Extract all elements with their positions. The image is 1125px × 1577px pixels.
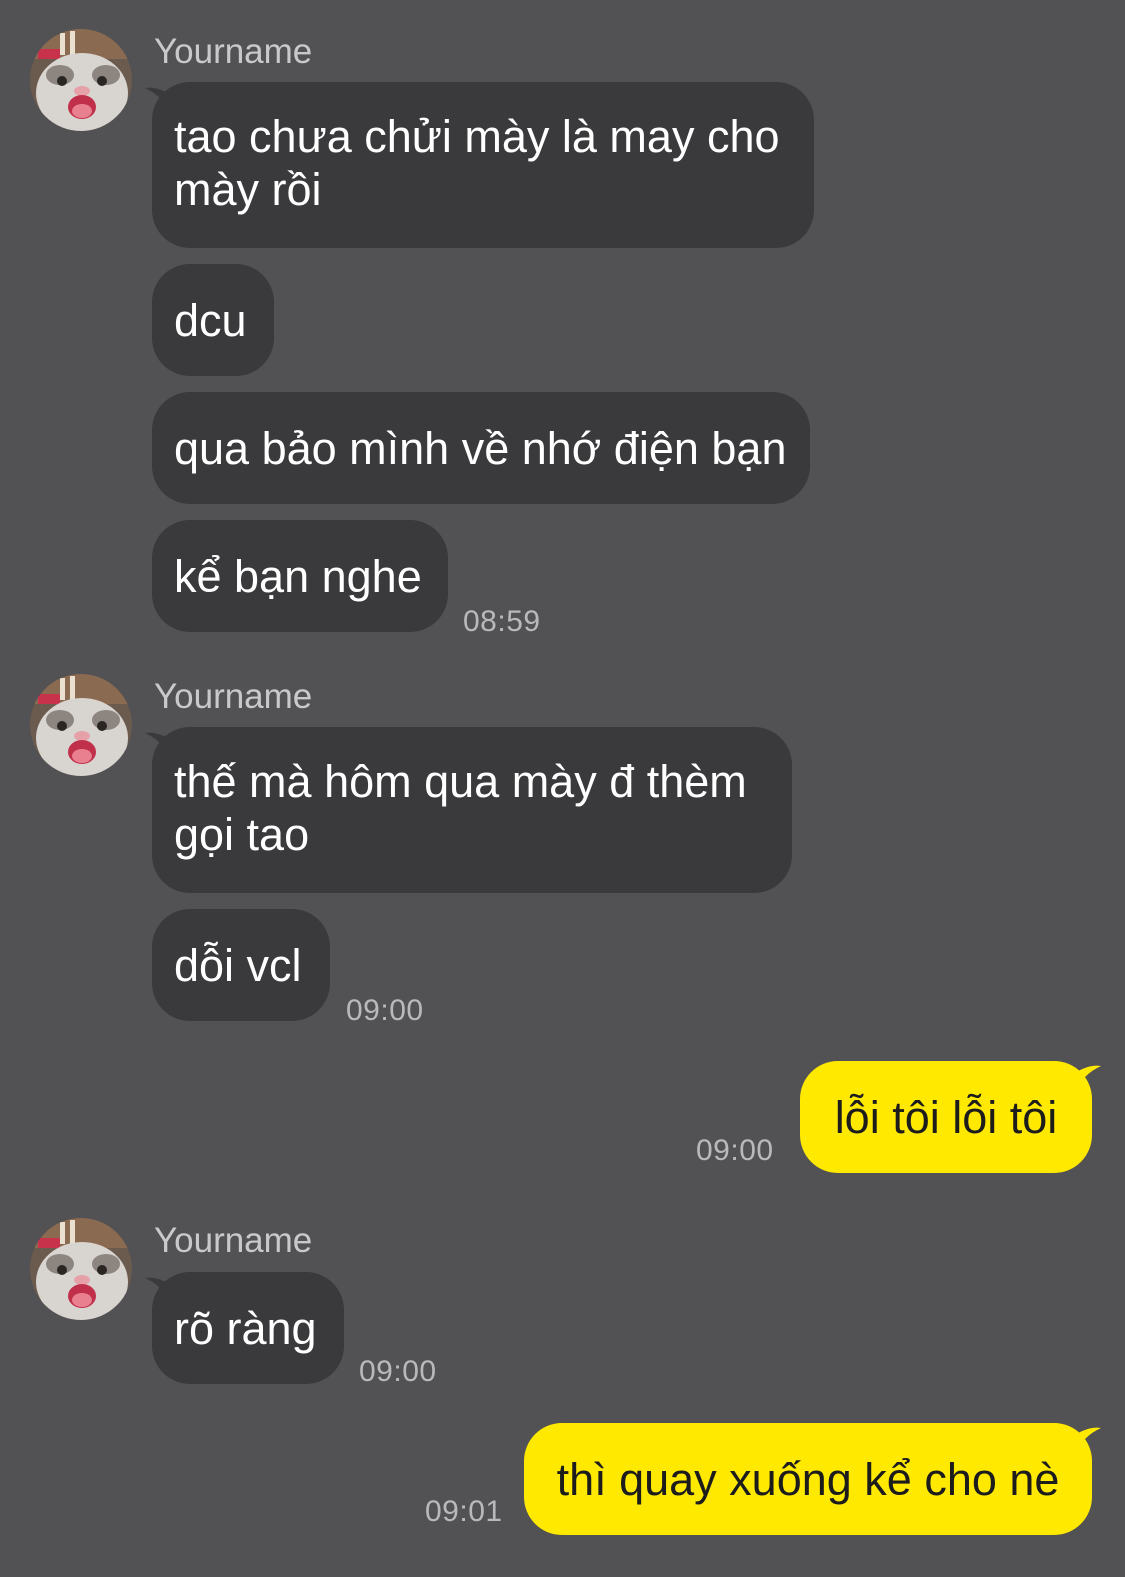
message-text: dcu <box>174 294 247 346</box>
message-text: thì quay xuống kể cho nè <box>556 1453 1060 1505</box>
sender-name: Yourname <box>154 677 313 716</box>
message-bubble[interactable]: qua bảo mình về nhớ điện bạn <box>152 392 810 504</box>
message-text: kể bạn nghe <box>174 550 422 602</box>
message-time: 09:00 <box>346 994 424 1027</box>
chat-view: Yourname tao chưa chửi mày là may cho mà… <box>0 0 1125 1577</box>
message-bubble[interactable]: tao chưa chửi mày là may cho mày rồi <box>152 82 814 248</box>
message-bubble[interactable]: kể bạn nghe <box>152 520 448 632</box>
message-bubble[interactable]: dcu <box>152 264 274 376</box>
message-text: rõ ràng <box>174 1302 317 1354</box>
message-text: dỗi vcl <box>174 939 302 991</box>
message-bubble[interactable]: dỗi vcl <box>152 909 330 1021</box>
bubble-tail <box>1073 1065 1101 1094</box>
sender-avatar[interactable] <box>30 1218 132 1320</box>
message-time: 09:01 <box>425 1495 503 1528</box>
message-text: thế mà hôm qua mày đ thèm gọi tao <box>174 756 747 860</box>
sender-avatar[interactable] <box>30 29 132 131</box>
sender-name: Yourname <box>154 1221 313 1260</box>
cat-avatar-icon <box>30 674 132 776</box>
sender-name: Yourname <box>154 32 313 71</box>
cat-avatar-icon <box>30 1218 132 1320</box>
message-bubble[interactable]: thế mà hôm qua mày đ thèm gọi tao <box>152 727 792 893</box>
message-text: lỗi tôi lỗi tôi <box>834 1091 1058 1143</box>
message-time: 09:00 <box>696 1134 774 1167</box>
message-bubble[interactable]: lỗi tôi lỗi tôi <box>800 1061 1092 1173</box>
sender-avatar[interactable] <box>30 674 132 776</box>
message-text: tao chưa chửi mày là may cho mày rồi <box>174 111 780 215</box>
cat-avatar-icon <box>30 29 132 131</box>
message-time: 09:00 <box>359 1355 437 1388</box>
message-text: qua bảo mình về nhớ điện bạn <box>174 422 787 474</box>
bubble-tail <box>1073 1427 1101 1456</box>
message-bubble[interactable]: thì quay xuống kể cho nè <box>524 1423 1092 1535</box>
message-time: 08:59 <box>463 605 541 638</box>
message-bubble[interactable]: rõ ràng <box>152 1272 344 1384</box>
